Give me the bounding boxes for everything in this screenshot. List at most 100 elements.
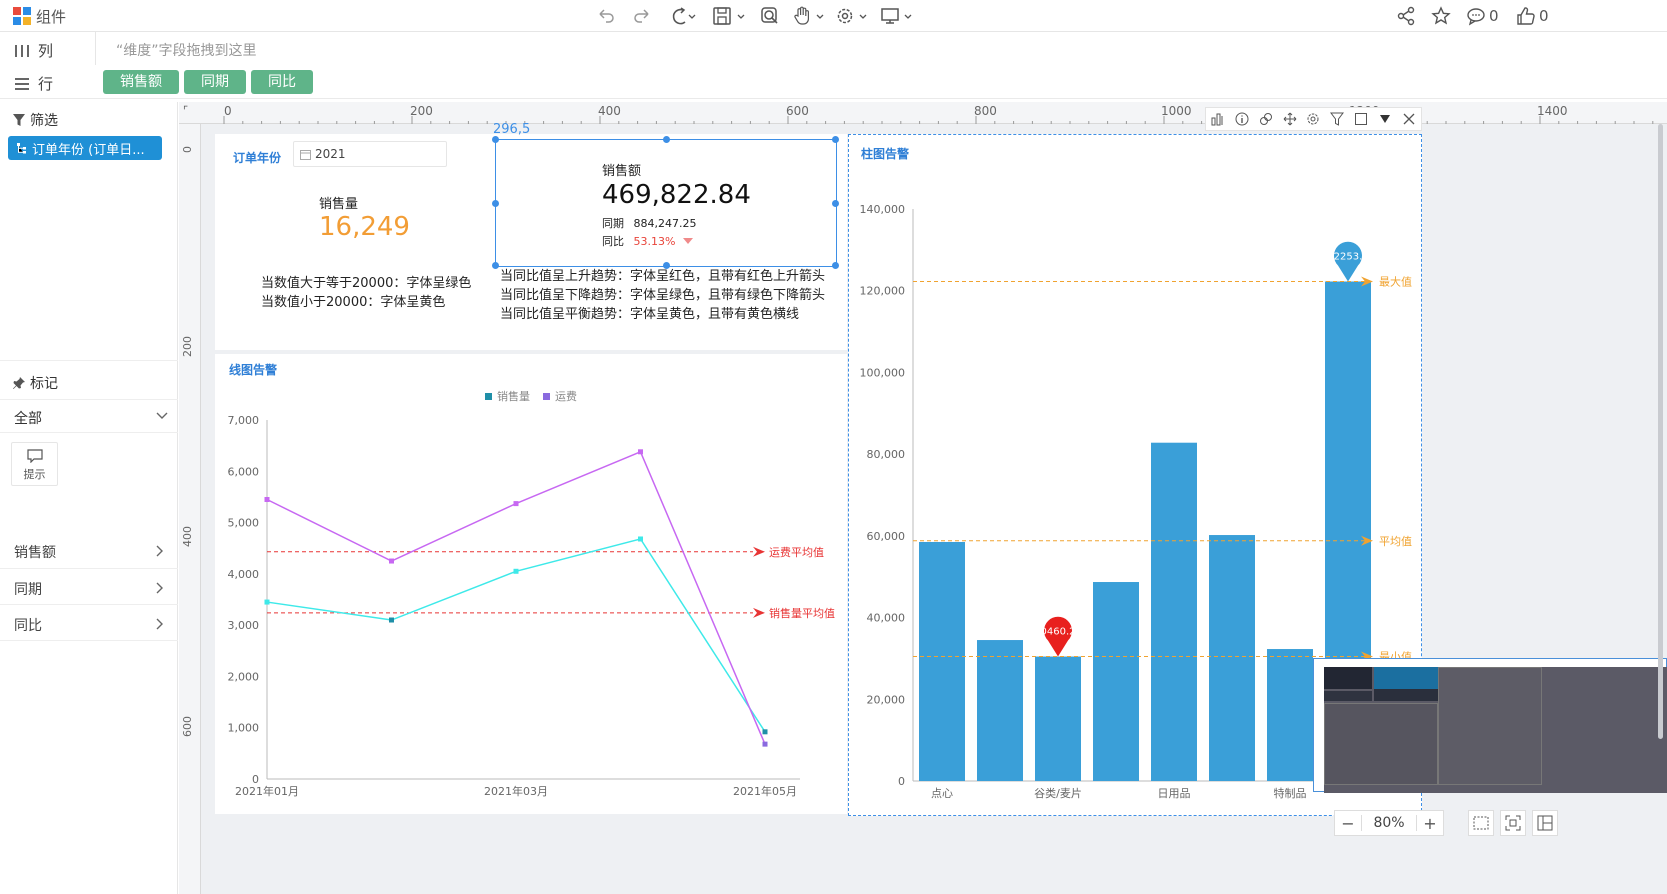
- filter-icon: [13, 114, 25, 126]
- kpi-qty-label: 销售量: [319, 197, 359, 212]
- reference-arrow: [753, 546, 765, 557]
- year-filter-input[interactable]: 2021: [293, 141, 447, 167]
- data-point: [762, 741, 768, 747]
- maximize-icon[interactable]: [1354, 112, 1368, 126]
- column-shelf: 列 “维度”字段拖拽到这里: [0, 32, 1667, 66]
- prior-value: 884,247.25: [633, 217, 697, 230]
- ruler-corner-icon[interactable]: ⌜: [183, 104, 188, 117]
- left-panel: 筛选 订单年份 (订单日... 标记 全部 提示 销售额 同期 同比: [0, 102, 178, 894]
- series-line: [266, 450, 766, 745]
- y-tick-label: 20,000: [867, 693, 906, 706]
- position-readout: 296,5: [493, 122, 531, 137]
- settings-button[interactable]: [835, 4, 871, 28]
- marks-type-select[interactable]: 全部: [14, 408, 168, 428]
- chart-type-icon[interactable]: [1211, 112, 1225, 126]
- chevron-down-icon: [156, 412, 168, 419]
- filter-pill-order-year[interactable]: 订单年份 (订单日...: [8, 136, 162, 160]
- resize-handle[interactable]: [492, 136, 499, 143]
- bar: [1151, 442, 1197, 781]
- resize-handle[interactable]: [832, 262, 839, 269]
- filter-icon[interactable]: [1330, 112, 1345, 126]
- layout-button[interactable]: [1532, 810, 1558, 836]
- ruler-ticks: [223, 116, 1654, 124]
- field-row-sales[interactable]: 销售额: [0, 532, 178, 569]
- vertical-scrollbar[interactable]: [1658, 124, 1663, 739]
- data-point: [513, 568, 519, 574]
- undo-button[interactable]: [596, 4, 616, 28]
- save-button[interactable]: [712, 4, 748, 28]
- legend-label: 销售量: [497, 389, 530, 403]
- redo-button[interactable]: [632, 4, 652, 28]
- column-drop-zone[interactable]: “维度”字段拖拽到这里: [116, 40, 257, 60]
- dropdown-triangle-icon[interactable]: [1378, 112, 1392, 126]
- y-tick-label: 140,000: [860, 203, 906, 216]
- y-tick-label: 120,000: [860, 285, 906, 298]
- resize-handle[interactable]: [832, 136, 839, 143]
- y-tick-label: 3,000: [228, 619, 260, 632]
- row-pill-yoy[interactable]: 同比: [251, 70, 313, 94]
- comment-button[interactable]: 0: [1466, 4, 1499, 28]
- resize-handle[interactable]: [663, 136, 670, 143]
- field-row-yoy[interactable]: 同比: [0, 605, 178, 641]
- reference-line-label: 销售量平均值: [769, 606, 835, 620]
- link-icon[interactable]: [1259, 112, 1273, 126]
- row-pill-sales[interactable]: 销售额: [103, 70, 179, 94]
- reference-arrow: [753, 607, 765, 618]
- move-icon[interactable]: [1283, 112, 1297, 126]
- design-canvas[interactable]: ⌜ 0 200 400 600 800 1000 1200 1400 0 200…: [179, 102, 1667, 894]
- minimap-block: [1324, 691, 1372, 701]
- rule-text: 当同比值呈上升趋势：字体呈红色，且带有红色上升箭头: [500, 269, 826, 284]
- bar: [919, 541, 965, 781]
- zoom-in-button[interactable]: +: [1417, 814, 1443, 833]
- close-icon[interactable]: [1402, 112, 1416, 126]
- thumbs-up-icon: [1517, 7, 1535, 25]
- hand-tool-button[interactable]: [792, 4, 828, 28]
- display-button[interactable]: [880, 4, 916, 28]
- marks-section-title: 标记: [12, 373, 58, 393]
- minimap-block: [1324, 703, 1438, 785]
- resize-handle[interactable]: [492, 200, 499, 207]
- comment-count: 0: [1489, 7, 1499, 25]
- tooltip-mark-button[interactable]: 提示: [11, 442, 58, 486]
- data-point: [762, 729, 768, 735]
- section-divider: [0, 432, 178, 433]
- filter-widget-label: 订单年份: [233, 151, 282, 165]
- resize-handle[interactable]: [832, 200, 839, 207]
- undo-icon: [599, 9, 614, 23]
- settings-icon[interactable]: [1306, 112, 1320, 126]
- field-row-prior[interactable]: 同期: [0, 569, 178, 605]
- component-label: 组件: [36, 7, 67, 26]
- kpi-sales-label: 销售额: [602, 164, 642, 179]
- resize-handle[interactable]: [492, 262, 499, 269]
- kpi-sales-widget[interactable]: 销售额 469,822.84 同期 884,247.25 同比 53.13%: [492, 136, 839, 269]
- search-view-button[interactable]: [760, 4, 780, 28]
- rows-icon: [15, 77, 29, 90]
- favorite-button[interactable]: [1431, 4, 1451, 28]
- minimap[interactable]: [1313, 658, 1667, 793]
- zoom-level[interactable]: 80%: [1361, 815, 1417, 831]
- row-pill-prior[interactable]: 同期: [184, 70, 246, 94]
- filter-pill-label: 订单年份 (订单日...: [32, 142, 145, 158]
- share-button[interactable]: [1396, 4, 1416, 28]
- fit-icon: [1473, 816, 1489, 830]
- tooltip-icon: [26, 449, 43, 464]
- trend-arrow-icon: [682, 238, 693, 244]
- fit-width-button[interactable]: [1468, 810, 1494, 836]
- marks-title-text: 标记: [30, 376, 58, 392]
- column-shelf-label: 列: [14, 40, 53, 61]
- minimap-viewport[interactable]: [1438, 667, 1542, 785]
- line-chart-card: 线图告警 0 1,000 2,000 3,000 4,000 5,000 6,000 7,00…: [215, 354, 847, 814]
- hand-icon: [794, 6, 824, 25]
- focus-button[interactable]: [1500, 810, 1526, 836]
- bar: [1035, 656, 1081, 781]
- refresh-button[interactable]: [668, 4, 698, 28]
- info-icon[interactable]: [1235, 112, 1249, 126]
- zoom-out-button[interactable]: −: [1335, 814, 1361, 833]
- y-tick-label: 80,000: [867, 448, 906, 461]
- calendar-icon: [300, 149, 311, 160]
- widget-toolbar: [1205, 107, 1422, 131]
- kpi-qty-rules: 当数值大于等于20000：字体呈绿色 当数值小于20000：字体呈黄色: [261, 274, 471, 312]
- yoy-value: 53.13%: [633, 235, 676, 248]
- like-button[interactable]: 0: [1516, 4, 1549, 28]
- component-menu[interactable]: 组件: [12, 4, 66, 28]
